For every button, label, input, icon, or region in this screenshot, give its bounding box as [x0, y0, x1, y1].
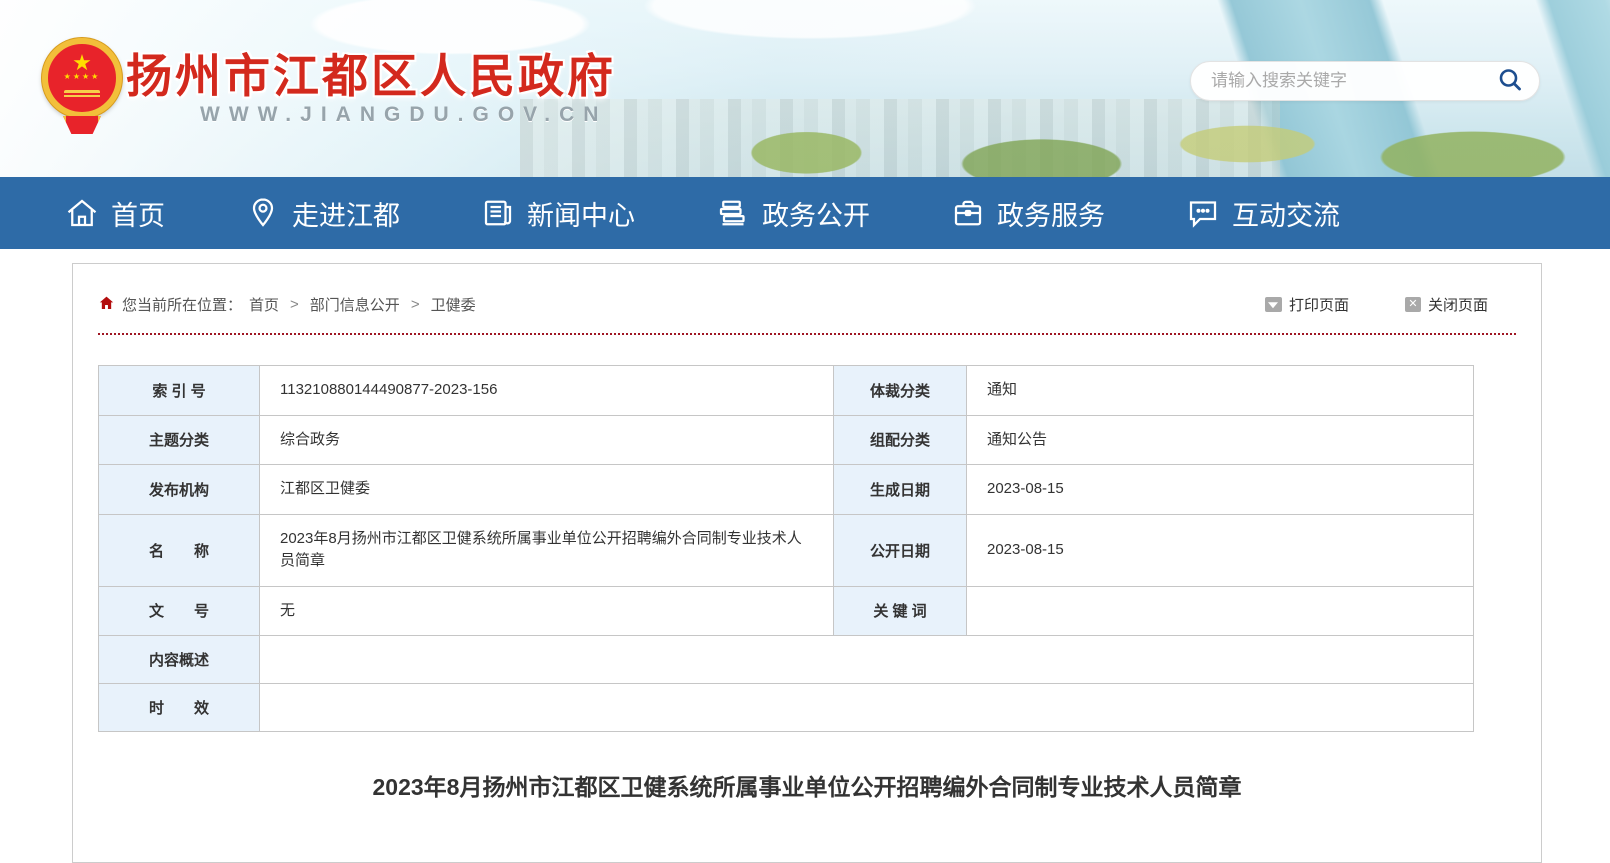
- nav-label-interaction: 互动交流: [1232, 194, 1340, 233]
- meta-value-summary: [260, 636, 1474, 684]
- emblem-small-stars: ★★★★: [64, 72, 101, 81]
- nav-item-home[interactable]: 首页: [64, 194, 165, 233]
- site-header: ★ ★★★★ 扬州市江都区人民政府 WWW.JIANGDU.GOV.CN: [0, 0, 1610, 177]
- nav-label-home: 首页: [111, 194, 165, 233]
- table-row: 内容概述: [99, 636, 1474, 684]
- meta-value-validity: [260, 684, 1474, 732]
- national-emblem: ★ ★★★★: [42, 38, 122, 142]
- close-page-label: 关闭页面: [1428, 294, 1488, 315]
- meta-value-created-date: 2023-08-15: [967, 465, 1474, 515]
- meta-label-index: 索 引 号: [99, 366, 260, 416]
- nav-label-services: 政务服务: [997, 194, 1105, 233]
- breadcrumb-item-health-commission[interactable]: 卫健委: [431, 294, 476, 315]
- breadcrumb-item-dept-info[interactable]: 部门信息公开: [310, 294, 400, 315]
- meta-value-doc-number: 无: [260, 586, 834, 636]
- meta-value-open-date: 2023-08-15: [967, 514, 1474, 586]
- meta-label-group: 组配分类: [834, 415, 967, 465]
- breadcrumb-item-home[interactable]: 首页: [249, 294, 279, 315]
- breadcrumb-separator: >: [411, 296, 420, 313]
- nav-label-news: 新闻中心: [527, 194, 635, 233]
- emblem-gate: [64, 90, 100, 100]
- home-icon: [64, 195, 100, 231]
- meta-label-name: 名 称: [99, 514, 260, 586]
- books-icon: [715, 195, 751, 231]
- print-icon: [1265, 297, 1282, 312]
- nav-item-news[interactable]: 新闻中心: [480, 194, 635, 233]
- meta-label-summary: 内容概述: [99, 636, 260, 684]
- breadcrumb-home-icon: [98, 295, 115, 315]
- site-url: WWW.JIANGDU.GOV.CN: [200, 103, 607, 127]
- table-row: 文 号 无 关 键 词: [99, 586, 1474, 636]
- nav-item-services[interactable]: 政务服务: [950, 194, 1105, 233]
- meta-label-validity: 时 效: [99, 684, 260, 732]
- meta-value-index: 113210880144490877-2023-156: [260, 366, 834, 416]
- meta-label-publisher: 发布机构: [99, 465, 260, 515]
- meta-value-genre: 通知: [967, 366, 1474, 416]
- meta-label-genre: 体裁分类: [834, 366, 967, 416]
- search-input[interactable]: [1211, 71, 1495, 91]
- meta-label-created-date: 生成日期: [834, 465, 967, 515]
- meta-label-keyword: 关 键 词: [834, 586, 967, 636]
- nav-item-about[interactable]: 走进江都: [245, 194, 400, 233]
- table-row: 名 称 2023年8月扬州市江都区卫健系统所属事业单位公开招聘编外合同制专业技术…: [99, 514, 1474, 586]
- print-page-button[interactable]: 打印页面: [1265, 294, 1349, 315]
- close-page-button[interactable]: ✕ 关闭页面: [1405, 294, 1488, 315]
- nav-label-disclosure: 政务公开: [762, 194, 870, 233]
- meta-value-keyword: [967, 586, 1474, 636]
- map-pin-icon: [245, 195, 281, 231]
- main-nav: 首页 走进江都 新闻中心 政务公开: [0, 177, 1610, 249]
- table-row: 时 效: [99, 684, 1474, 732]
- table-row: 主题分类 综合政务 组配分类 通知公告: [99, 415, 1474, 465]
- table-row: 发布机构 江都区卫健委 生成日期 2023-08-15: [99, 465, 1474, 515]
- meta-value-publisher: 江都区卫健委: [260, 465, 834, 515]
- search-box[interactable]: [1190, 61, 1540, 101]
- meta-label-open-date: 公开日期: [834, 514, 967, 586]
- meta-value-name: 2023年8月扬州市江都区卫健系统所属事业单位公开招聘编外合同制专业技术人员简章: [260, 514, 834, 586]
- site-title: 扬州市江都区人民政府: [126, 40, 616, 106]
- breadcrumb-separator: >: [290, 296, 299, 313]
- meta-label-doc-number: 文 号: [99, 586, 260, 636]
- newspaper-icon: [480, 195, 516, 231]
- nav-item-interaction[interactable]: 互动交流: [1185, 194, 1340, 233]
- content-card: 您当前所在位置： 首页 > 部门信息公开 > 卫健委 打印页面 ✕ 关闭页面: [72, 263, 1542, 863]
- nav-item-disclosure[interactable]: 政务公开: [715, 194, 870, 233]
- meta-value-subject: 综合政务: [260, 415, 834, 465]
- table-row: 索 引 号 113210880144490877-2023-156 体裁分类 通…: [99, 366, 1474, 416]
- search-button[interactable]: [1495, 66, 1525, 96]
- print-page-label: 打印页面: [1289, 294, 1349, 315]
- chat-icon: [1185, 195, 1221, 231]
- meta-label-subject: 主题分类: [99, 415, 260, 465]
- close-icon: ✕: [1405, 297, 1421, 312]
- breadcrumb-prefix: 您当前所在位置：: [122, 294, 242, 315]
- meta-value-group: 通知公告: [967, 415, 1474, 465]
- nav-label-about: 走进江都: [292, 194, 400, 233]
- emblem-star-icon: ★: [72, 52, 92, 74]
- breadcrumb: 您当前所在位置： 首页 > 部门信息公开 > 卫健委 打印页面 ✕ 关闭页面: [98, 294, 1516, 315]
- breadcrumb-divider: [98, 333, 1516, 335]
- document-meta-table: 索 引 号 113210880144490877-2023-156 体裁分类 通…: [98, 365, 1474, 732]
- emblem-ribbon: [63, 116, 101, 134]
- article-title: 2023年8月扬州市江都区卫健系统所属事业单位公开招聘编外合同制专业技术人员简章: [98, 768, 1516, 802]
- search-icon: [1497, 67, 1523, 96]
- briefcase-icon: [950, 195, 986, 231]
